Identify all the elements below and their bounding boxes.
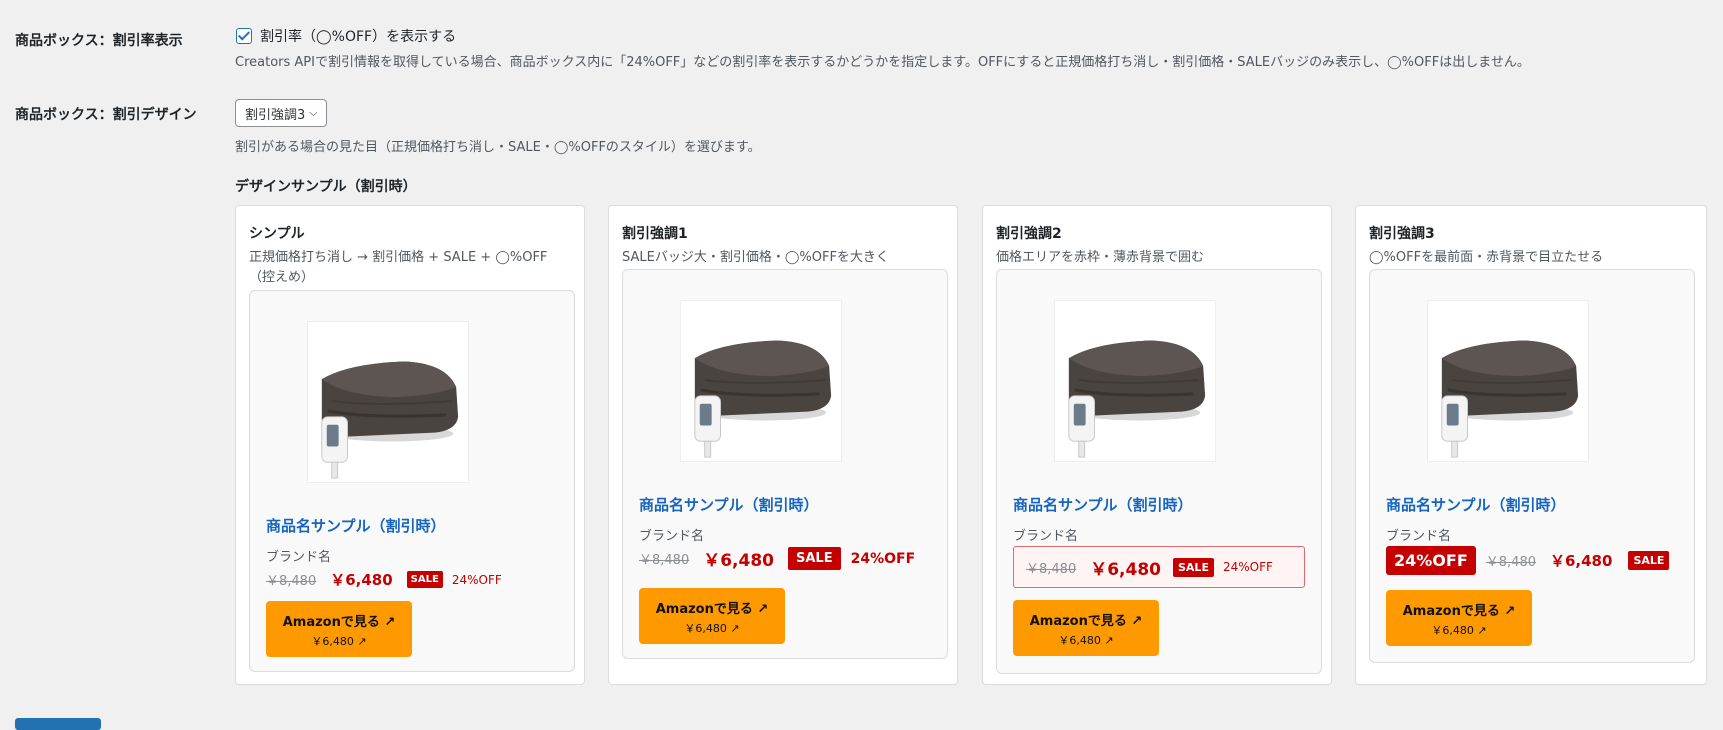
sample-subtitle: 正規価格打ち消し → 割引価格 + SALE + ◯%OFF（控えめ） (249, 250, 548, 285)
amazon-button-label: Amazonで見る ↗ (1029, 614, 1143, 629)
sale-badge: SALE (406, 571, 443, 588)
sample-title: 割引強調3 (1369, 226, 1435, 242)
discount-rate-label: 商品ボックス：割引率表示 (15, 33, 183, 49)
sample-card-emphasis2: 割引強調2 価格エリアを赤枠・薄赤背景で囲む 商品名サンプル（割引時） ブランド… (982, 205, 1332, 685)
brand-name: ブランド名 (639, 529, 705, 544)
sale-badge: SALE (788, 547, 841, 570)
discount-design-description: 割引がある場合の見た目（正規価格打ち消し・SALE・◯%OFFのスタイル）を選び… (235, 140, 761, 155)
sale-badge: SALE (1173, 557, 1214, 577)
amazon-button-price: ￥6,480 ↗ (1058, 634, 1114, 647)
product-image (1427, 300, 1589, 462)
sample-subtitle: ◯%OFFを最前面・赤背景で目立たせる (1369, 250, 1604, 265)
new-price: ￥6,480 (1090, 559, 1161, 580)
sample-title: 割引強調2 (996, 226, 1062, 242)
discount-design-label: 商品ボックス：割引デザイン (15, 107, 197, 123)
price-area-highlight: ￥8,480 ￥6,480 SALE 24%OFF (1013, 546, 1305, 588)
discount-off-text: 24%OFF (850, 550, 916, 567)
new-price: ￥6,480 (703, 551, 774, 571)
old-price: ￥8,480 (1485, 555, 1536, 570)
discount-design-select[interactable]: 割引強調3 ⌵ (235, 99, 327, 127)
amazon-button-price: ￥6,480 ↗ (311, 635, 367, 648)
price-row: 24%OFF ￥8,480 ￥6,480 SALE (1386, 546, 1670, 575)
old-price: ￥8,480 (1026, 561, 1077, 577)
discount-rate-checkbox-label[interactable]: 割引率（◯%OFF）を表示する (260, 26, 456, 46)
product-box: 商品名サンプル（割引時） ブランド名 ￥8,480 ￥6,480 SALE 24… (996, 269, 1322, 674)
amazon-button[interactable]: Amazonで見る ↗ ￥6,480 ↗ (639, 588, 785, 644)
product-box: 商品名サンプル（割引時） ブランド名 ￥8,480 ￥6,480 SALE 24… (249, 290, 575, 672)
sale-badge: SALE (1628, 551, 1670, 570)
amazon-button-label: Amazonで見る ↗ (655, 602, 769, 617)
save-button[interactable] (15, 718, 101, 730)
discount-off-text: 24%OFF (1222, 560, 1273, 574)
new-price: ￥6,480 (1549, 552, 1613, 570)
price-row: ￥8,480 ￥6,480 SALE 24%OFF (266, 569, 502, 590)
amazon-button[interactable]: Amazonで見る ↗ ￥6,480 ↗ (1386, 590, 1532, 646)
brand-name: ブランド名 (1013, 529, 1079, 544)
sample-card-simple: シンプル 正規価格打ち消し → 割引価格 + SALE + ◯%OFF（控えめ）… (235, 205, 585, 685)
product-name-link[interactable]: 商品名サンプル（割引時） (266, 515, 446, 536)
amazon-button[interactable]: Amazonで見る ↗ ￥6,480 ↗ (266, 601, 412, 657)
amazon-button-price: ￥6,480 ↗ (684, 622, 740, 635)
discount-off-text: 24%OFF (451, 572, 502, 587)
select-value: 割引強調3 (245, 107, 306, 123)
brand-name: ブランド名 (266, 550, 332, 565)
discount-design-field: 割引強調3 ⌵ 割引がある場合の見た目（正規価格打ち消し・SALE・◯%OFFの… (235, 99, 761, 155)
product-box: 商品名サンプル（割引時） ブランド名 ￥8,480 ￥6,480 SALE 24… (622, 269, 948, 659)
amazon-button-label: Amazonで見る ↗ (282, 615, 396, 630)
brand-name: ブランド名 (1386, 529, 1452, 544)
discount-rate-description: Creators APIで割引情報を取得している場合、商品ボックス内に「24%O… (235, 55, 1530, 70)
sample-card-emphasis3: 割引強調3 ◯%OFFを最前面・赤背景で目立たせる 商品名サンプル（割引時） ブ… (1355, 205, 1707, 685)
product-name-link[interactable]: 商品名サンプル（割引時） (1386, 494, 1566, 515)
new-price: ￥6,480 (330, 571, 393, 589)
sample-subtitle: SALEバッジ大・割引価格・◯%OFFを大きく (622, 250, 889, 265)
discount-off-badge: 24%OFF (1386, 546, 1476, 575)
sample-subtitle: 価格エリアを赤枠・薄赤背景で囲む (996, 250, 1205, 265)
product-image (680, 300, 842, 462)
product-name-link[interactable]: 商品名サンプル（割引時） (639, 494, 819, 515)
chevron-down-icon: ⌵ (309, 106, 318, 119)
product-image (1054, 300, 1216, 462)
design-sample-title: デザインサンプル（割引時） (235, 179, 417, 195)
product-name-link[interactable]: 商品名サンプル（割引時） (1013, 494, 1193, 515)
sample-title: 割引強調1 (622, 226, 688, 242)
amazon-button-label: Amazonで見る ↗ (1402, 604, 1516, 619)
sample-card-emphasis1: 割引強調1 SALEバッジ大・割引価格・◯%OFFを大きく 商品名サンプル（割引… (608, 205, 958, 685)
discount-rate-field: 割引率（◯%OFF）を表示する Creators APIで割引情報を取得している… (235, 26, 1530, 70)
product-image (307, 321, 469, 483)
old-price: ￥8,480 (266, 574, 317, 589)
price-row: ￥8,480 ￥6,480 SALE 24%OFF (639, 546, 915, 571)
amazon-button[interactable]: Amazonで見る ↗ ￥6,480 ↗ (1013, 600, 1159, 656)
checkbox-checked-icon[interactable] (236, 28, 252, 44)
product-box: 商品名サンプル（割引時） ブランド名 24%OFF ￥8,480 ￥6,480 … (1369, 269, 1695, 663)
sample-title: シンプル (249, 226, 305, 242)
old-price: ￥8,480 (639, 553, 690, 568)
amazon-button-price: ￥6,480 ↗ (1431, 624, 1487, 637)
